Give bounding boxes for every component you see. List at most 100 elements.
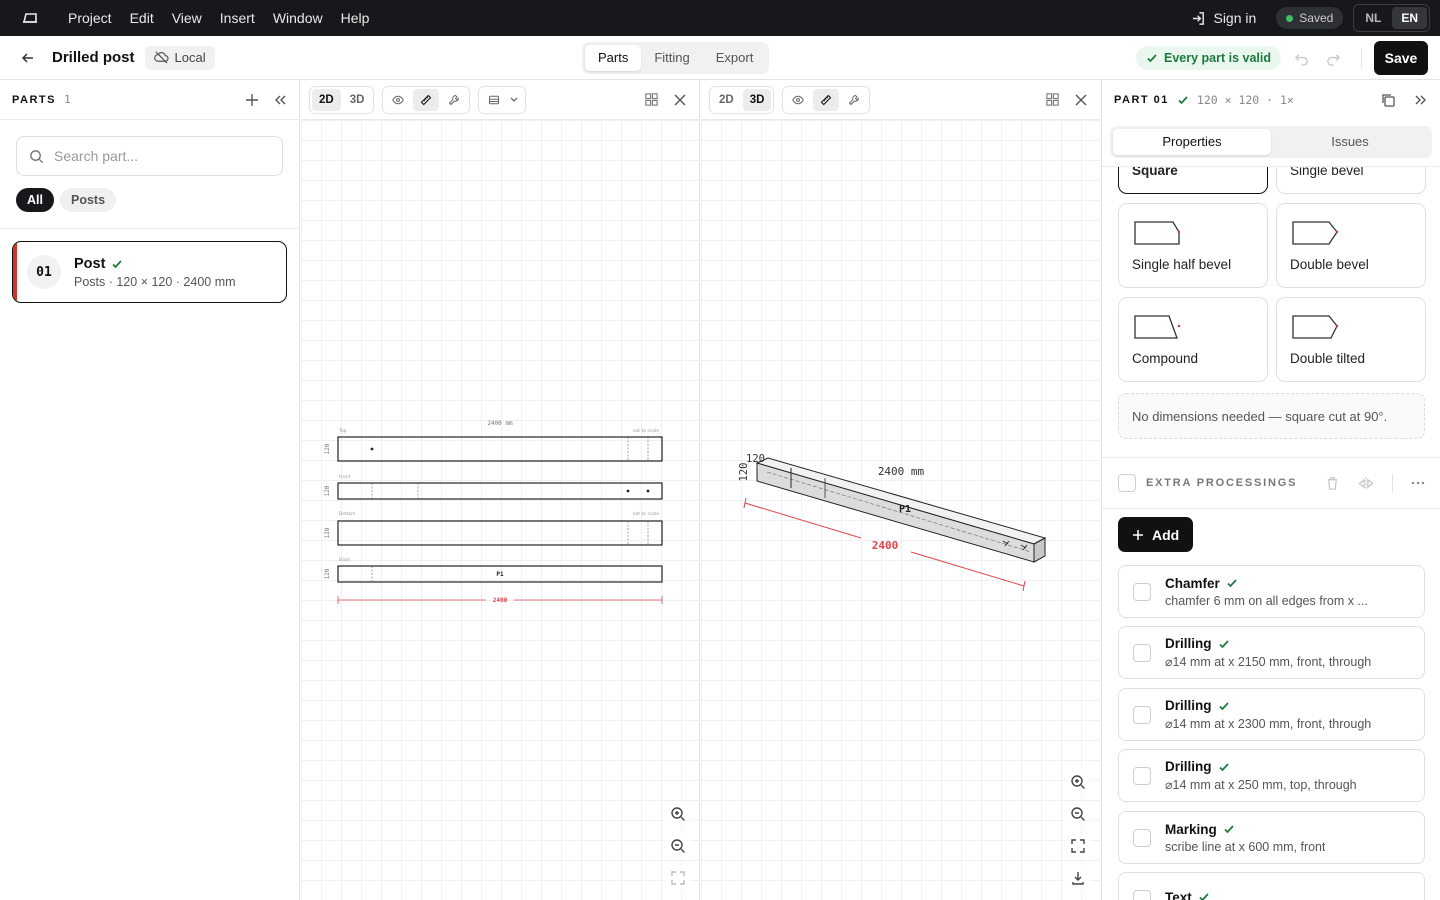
height-label-bottom: 120: [324, 527, 331, 538]
processing-detail: ⌀14 mm at x 250 mm, top, through: [1165, 778, 1357, 792]
part-search-box: [16, 136, 283, 176]
collapse-panel-icon[interactable]: [1414, 93, 1428, 107]
cut-note: No dimensions needed — square cut at 90°…: [1118, 393, 1425, 439]
view-bottom: Bottom not to scale 120: [324, 511, 663, 546]
height-label-top: 120: [324, 443, 331, 454]
back-button[interactable]: [6, 36, 50, 80]
close-icon[interactable]: [673, 93, 687, 107]
menu-view[interactable]: View: [164, 10, 212, 26]
redo-button[interactable]: [1323, 48, 1343, 68]
ruler-icon[interactable]: [813, 88, 840, 111]
app-logo-icon[interactable]: [0, 0, 60, 36]
wrench-icon[interactable]: [841, 89, 867, 111]
mode-3d-button[interactable]: 3D: [343, 89, 372, 111]
processing-checkbox[interactable]: [1133, 643, 1151, 662]
valid-check-icon: [1177, 94, 1189, 106]
cut-option-double-tilted[interactable]: Double tilted: [1276, 297, 1426, 382]
chevron-down-icon: [509, 89, 523, 111]
eye-icon[interactable]: [385, 89, 411, 111]
grid-layout-icon[interactable]: [644, 92, 659, 107]
processing-checkbox[interactable]: [1133, 889, 1151, 900]
eye-icon[interactable]: [785, 89, 811, 111]
fullscreen-icon: [1070, 838, 1086, 854]
menu-insert[interactable]: Insert: [212, 10, 265, 26]
zoom-out-button[interactable]: [665, 833, 691, 859]
storage-location-label: Local: [174, 50, 206, 65]
tab-fitting[interactable]: Fitting: [641, 45, 702, 71]
mode-2d-button[interactable]: 2D: [712, 89, 741, 111]
processing-item[interactable]: Text: [1118, 872, 1425, 900]
tab-export[interactable]: Export: [703, 45, 767, 71]
add-part-icon[interactable]: [245, 93, 259, 107]
mode-2d-button[interactable]: 2D: [312, 88, 341, 111]
sign-in-button[interactable]: Sign in: [1181, 10, 1266, 26]
processing-item[interactable]: Marking scribe line at x 600 mm, front: [1118, 811, 1425, 864]
mirror-icon[interactable]: [1358, 476, 1374, 491]
menu-help[interactable]: Help: [333, 10, 380, 26]
tab-issues[interactable]: Issues: [1271, 129, 1429, 155]
viewport-2d[interactable]: 2D 3D 2400 mm Top not to scale 120 Front…: [301, 80, 700, 900]
document-title[interactable]: Drilled post: [52, 49, 135, 66]
processing-item[interactable]: Drilling ⌀14 mm at x 250 mm, top, throug…: [1118, 749, 1425, 802]
zoom-in-icon: [670, 806, 686, 822]
tab-properties[interactable]: Properties: [1113, 129, 1271, 155]
cut-option-single-half-bevel[interactable]: Single half bevel: [1118, 203, 1268, 288]
mode-3d-button[interactable]: 3D: [742, 88, 772, 111]
processing-checkbox[interactable]: [1133, 766, 1151, 785]
fit-view-button[interactable]: [1065, 833, 1091, 859]
ruler-icon[interactable]: [413, 88, 440, 111]
menu-window[interactable]: Window: [265, 10, 333, 26]
viewport-3d[interactable]: 2D 3D P1 120 120 2400 mm 2400: [701, 80, 1100, 900]
tab-parts[interactable]: Parts: [585, 45, 642, 71]
cut-option-single-bevel[interactable]: Single bevel: [1276, 167, 1426, 194]
saved-status-badge: Saved: [1276, 7, 1344, 29]
select-all-checkbox[interactable]: [1118, 474, 1136, 492]
cut-option-double-bevel[interactable]: Double bevel: [1276, 203, 1426, 288]
cut-option-square[interactable]: Square: [1118, 167, 1268, 194]
processing-checkbox[interactable]: [1133, 705, 1151, 724]
filter-posts[interactable]: Posts: [59, 188, 117, 212]
layout-dropdown[interactable]: [478, 85, 527, 114]
part-number: 01: [27, 255, 61, 289]
fit-view-button[interactable]: [665, 865, 691, 891]
lang-en[interactable]: EN: [1392, 7, 1427, 29]
duplicate-icon[interactable]: [1380, 92, 1396, 108]
zoom-in-button[interactable]: [665, 801, 691, 827]
close-icon[interactable]: [1074, 93, 1088, 107]
zoom-out-button[interactable]: [1065, 801, 1091, 827]
undo-button[interactable]: [1291, 48, 1311, 68]
processing-item[interactable]: Chamfer chamfer 6 mm on all edges from x…: [1118, 565, 1425, 618]
menu-project[interactable]: Project: [60, 10, 122, 26]
valid-check-icon: [1198, 891, 1210, 900]
add-processing-button[interactable]: Add: [1118, 517, 1194, 552]
wrench-icon[interactable]: [441, 89, 467, 111]
trash-icon[interactable]: [1325, 476, 1340, 491]
processing-checkbox[interactable]: [1133, 828, 1151, 847]
search-input[interactable]: [54, 148, 270, 164]
more-options-icon[interactable]: [1411, 476, 1425, 490]
valid-check-icon: [1218, 761, 1230, 773]
properties-tabs: Properties Issues: [1110, 126, 1432, 158]
part-card[interactable]: 01 Post Posts · 120 × 120 · 2400 mm: [12, 241, 287, 303]
filter-all[interactable]: All: [16, 188, 54, 212]
viewport-toolbar: 2D 3D: [301, 80, 699, 120]
part-tag: P1: [899, 504, 911, 515]
valid-check-icon: [1218, 700, 1230, 712]
grid-layout-icon[interactable]: [1045, 92, 1060, 107]
processing-checkbox[interactable]: [1133, 582, 1151, 601]
title-bar: Drilled post Local Parts Fitting Export …: [0, 36, 1440, 80]
menu-edit[interactable]: Edit: [122, 10, 164, 26]
storage-location-badge[interactable]: Local: [144, 45, 215, 70]
undo-icon: [1294, 51, 1309, 66]
workflow-tabs: Parts Fitting Export: [582, 42, 770, 74]
lang-nl[interactable]: NL: [1356, 7, 1390, 29]
collapse-panel-icon[interactable]: [273, 93, 287, 107]
properties-panel: PART 01 120 × 120 · 1× Properties Issues…: [1101, 80, 1440, 900]
compound-cut-icon: [1133, 312, 1181, 340]
processing-item[interactable]: Drilling ⌀14 mm at x 2150 mm, front, thr…: [1118, 626, 1425, 679]
processing-item[interactable]: Drilling ⌀14 mm at x 2300 mm, front, thr…: [1118, 688, 1425, 741]
zoom-in-button[interactable]: [1065, 769, 1091, 795]
save-button[interactable]: Save: [1374, 41, 1428, 75]
download-button[interactable]: [1065, 865, 1091, 891]
cut-option-compound[interactable]: Compound: [1118, 297, 1268, 382]
